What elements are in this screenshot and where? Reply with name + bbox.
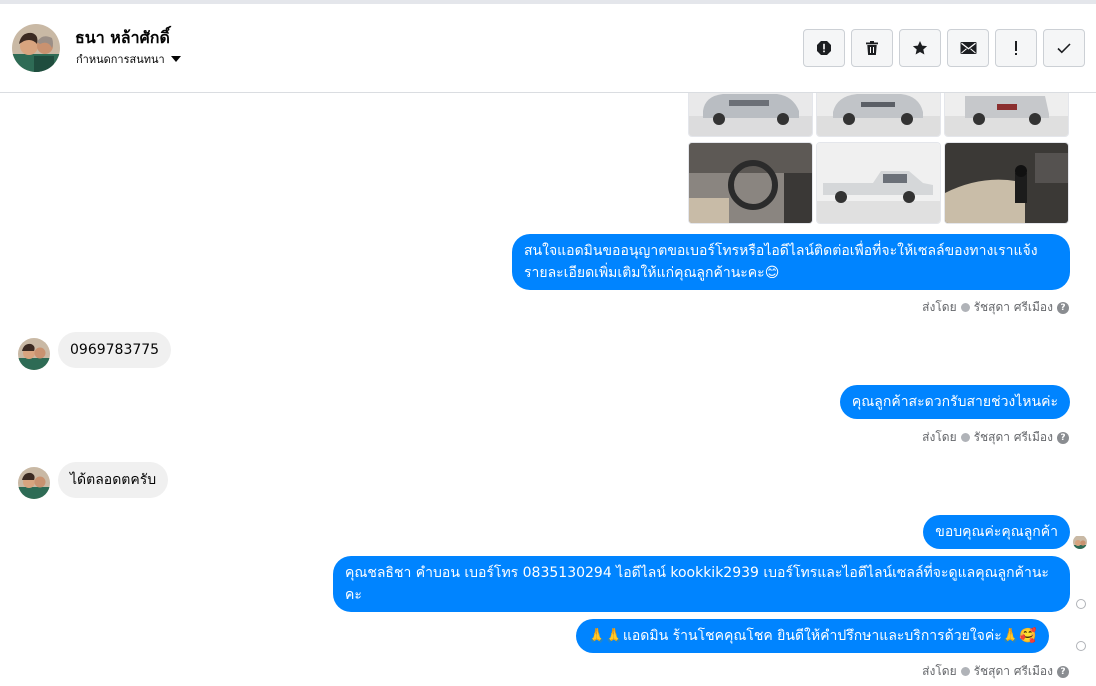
- car-photo-thumbnail[interactable]: [944, 93, 1069, 137]
- header-actions: [803, 29, 1085, 67]
- contact-avatar-small[interactable]: [18, 338, 50, 370]
- message-thread[interactable]: สนใจแอดมินขออนุญาตขอเบอร์โทรหรือไอดีไลน์…: [0, 93, 1096, 686]
- sent-by-name[interactable]: รัชสุดา ศรีเมือง: [974, 662, 1053, 681]
- verified-icon: [960, 667, 970, 676]
- sent-by-info: ส่งโดย รัชสุดา ศรีเมือง ?: [922, 298, 1069, 317]
- customize-chat-dropdown[interactable]: กำหนดการสนทนา: [76, 50, 181, 68]
- sent-by-name[interactable]: รัชสุดา ศรีเมือง: [974, 298, 1053, 317]
- delete-button[interactable]: [851, 29, 893, 67]
- incoming-message[interactable]: 0969783775: [58, 332, 172, 368]
- sent-by-info: ส่งโดย รัชสุดา ศรีเมือง ?: [922, 428, 1069, 447]
- mail-icon: [960, 42, 976, 54]
- outgoing-message[interactable]: สนใจแอดมินขออนุญาตขอเบอร์โทรหรือไอดีไลน์…: [512, 234, 1070, 290]
- outgoing-message[interactable]: ขอบคุณค่ะคุณลูกค้า: [923, 515, 1070, 549]
- sent-by-prefix: ส่งโดย: [922, 300, 957, 314]
- caret-down-icon: [170, 56, 181, 62]
- help-icon[interactable]: ?: [1057, 301, 1069, 314]
- car-photo-thumbnail[interactable]: [816, 142, 941, 224]
- outgoing-message[interactable]: 🙏🙏แอดมิน ร้านโชคคุณโชค ยินดีให้คำปรึกษาแ…: [576, 619, 1049, 653]
- star-button[interactable]: [899, 29, 941, 67]
- contact-avatar[interactable]: [12, 24, 60, 72]
- read-receipt-avatar: [1073, 535, 1087, 549]
- outgoing-message[interactable]: คุณลูกค้าสะดวกรับสายช่วงไหนค่ะ: [839, 385, 1070, 419]
- contact-avatar-small[interactable]: [18, 467, 50, 499]
- contact-name[interactable]: ธนา หล้าศักดิ์: [75, 26, 170, 51]
- trash-icon: [866, 41, 878, 55]
- mark-unread-button[interactable]: [947, 29, 989, 67]
- sent-by-info: ส่งโดย รัชสุดา ศรีเมือง ?: [922, 662, 1069, 681]
- delivered-check-icon: [1076, 641, 1086, 651]
- help-icon[interactable]: ?: [1057, 665, 1069, 678]
- car-photo-thumbnail[interactable]: [688, 142, 813, 224]
- exclamation-icon: [1015, 41, 1017, 55]
- incoming-message[interactable]: ได้ตลอดตครับ: [58, 462, 169, 498]
- car-photo-thumbnail[interactable]: [816, 93, 941, 137]
- sent-by-prefix: ส่งโดย: [922, 664, 957, 678]
- check-icon: [1057, 43, 1071, 54]
- mark-done-button[interactable]: [1043, 29, 1085, 67]
- customize-chat-label: กำหนดการสนทนา: [76, 53, 165, 66]
- verified-icon: [960, 303, 970, 312]
- sent-by-name[interactable]: รัชสุดา ศรีเมือง: [974, 428, 1053, 447]
- car-photo-thumbnail[interactable]: [944, 142, 1069, 224]
- star-icon: [912, 41, 928, 55]
- outgoing-message[interactable]: คุณชลธิชา คำบอน เบอร์โทร 0835130294 ไอดี…: [333, 556, 1070, 612]
- verified-icon: [960, 433, 970, 442]
- conversation-header: ธนา หล้าศักดิ์ กำหนดการสนทนา: [0, 4, 1096, 93]
- delivered-check-icon: [1076, 599, 1086, 609]
- report-icon: [817, 41, 831, 55]
- help-icon[interactable]: ?: [1057, 431, 1069, 444]
- report-button[interactable]: [803, 29, 845, 67]
- mark-spam-button[interactable]: [995, 29, 1037, 67]
- car-photo-thumbnail[interactable]: [688, 93, 813, 137]
- sent-by-prefix: ส่งโดย: [922, 430, 957, 444]
